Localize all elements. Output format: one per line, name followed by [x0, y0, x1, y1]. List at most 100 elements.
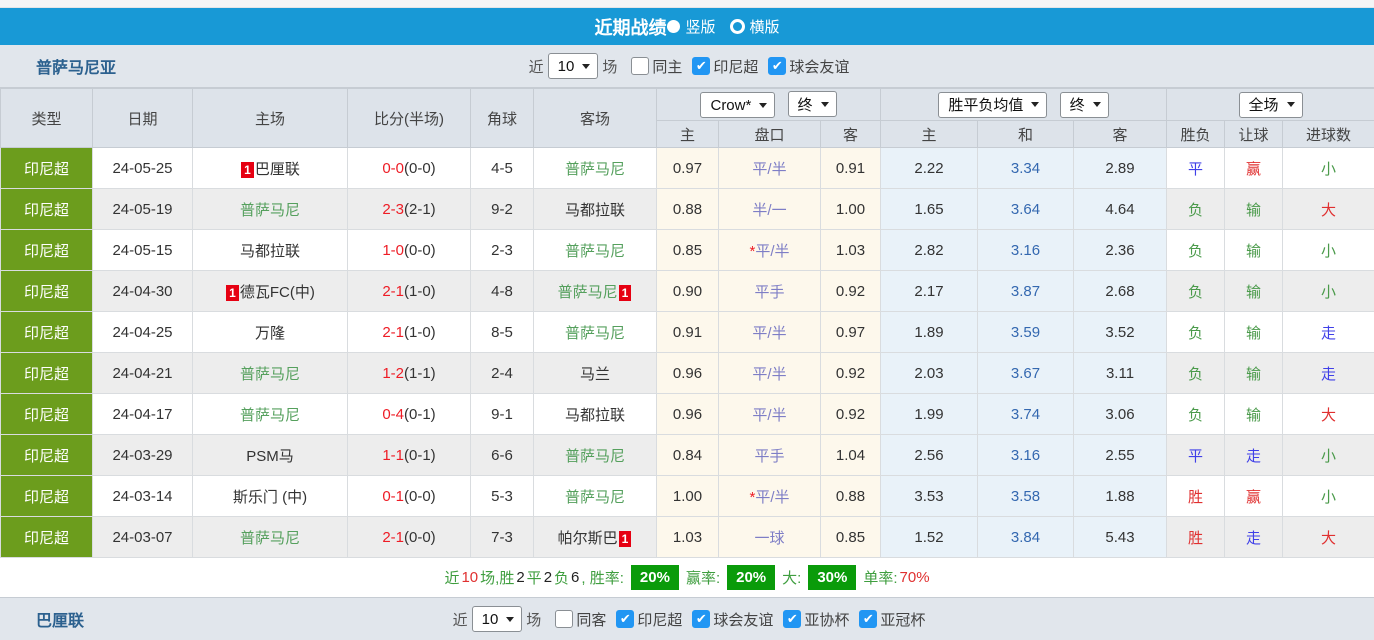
wdl-avg-select[interactable]: 胜平负均值: [938, 92, 1047, 118]
red-1-badge: 1: [619, 531, 632, 547]
score-cell: 2-1(1-0): [348, 312, 471, 353]
team-link[interactable]: 普萨马尼: [240, 407, 300, 424]
handicap-cell: 平手: [719, 435, 821, 476]
avg-draw-cell: 3.64: [978, 189, 1074, 230]
date-cell: 24-04-25: [93, 312, 193, 353]
team-link[interactable]: 普萨马尼: [565, 161, 625, 178]
result-group: 全场: [1167, 89, 1374, 121]
filter-checkbox[interactable]: ✔: [692, 610, 710, 628]
handicap-value: 平/半: [755, 243, 789, 260]
handicap-value: 平/半: [755, 489, 789, 506]
bookmaker-select[interactable]: Crow*: [700, 92, 775, 118]
table-row: 印尼超24-05-251巴厘联0-0(0-0)4-5普萨马尼0.97平/半0.9…: [1, 148, 1374, 189]
half-time-score: (2-1): [404, 201, 436, 218]
league-badge: 印尼超: [1, 476, 93, 517]
wdl-result-cell: 负: [1167, 312, 1225, 353]
wdl-result-cell: 负: [1167, 189, 1225, 230]
team-link[interactable]: 普萨马尼: [240, 366, 300, 383]
avg-stage-select[interactable]: 终: [1060, 92, 1109, 118]
filter-checkbox[interactable]: ✔: [783, 610, 801, 628]
vertical-layout-label[interactable]: 竖版: [685, 16, 715, 37]
home-team-cell: 马都拉联: [193, 230, 348, 271]
away-team-cell: 普萨马尼1: [534, 271, 657, 312]
team-link[interactable]: 巴厘联: [255, 161, 300, 178]
odds-home-cell: 1.03: [657, 517, 719, 558]
summary-text: 2: [544, 569, 552, 586]
horizontal-layout-radio[interactable]: [730, 19, 745, 34]
half-time-score: (1-0): [404, 324, 436, 341]
team-link[interactable]: 斯乐门 (中): [233, 489, 307, 506]
odds-home-cell: 0.96: [657, 394, 719, 435]
filter-label[interactable]: 球会友谊: [713, 609, 773, 630]
away-team-cell: 帕尔斯巴1: [534, 517, 657, 558]
handicap-result-cell: 走: [1225, 517, 1283, 558]
odds-away-cell: 1.04: [821, 435, 881, 476]
team-link[interactable]: 德瓦FC(中): [240, 284, 315, 301]
match-count-select[interactable]: 10: [548, 53, 599, 79]
team-link[interactable]: 普萨马尼: [565, 243, 625, 260]
away-team-name[interactable]: 巴厘联: [36, 607, 84, 631]
team-link[interactable]: 马都拉联: [240, 243, 300, 260]
avg-home-cell: 1.99: [881, 394, 978, 435]
full-time-score: 0-1: [382, 488, 404, 505]
half-time-score: (0-0): [404, 160, 436, 177]
chevron-down-icon: [1031, 102, 1039, 107]
filter-checkbox[interactable]: [631, 57, 649, 75]
col-type: 类型: [1, 89, 93, 148]
title-bar: 近期战绩 竖版 横版: [0, 8, 1374, 45]
team-link[interactable]: 马都拉联: [565, 407, 625, 424]
date-cell: 24-04-17: [93, 394, 193, 435]
filter-label[interactable]: 亚冠杯: [880, 609, 925, 630]
handicap-cell: 平/半: [719, 353, 821, 394]
team-link[interactable]: 马兰: [580, 366, 610, 383]
handicap-cell: 半/一: [719, 189, 821, 230]
summary-text: 场,胜: [480, 567, 514, 588]
wdl-result-cell: 平: [1167, 148, 1225, 189]
filter-checkbox[interactable]: ✔: [859, 610, 877, 628]
filter-checkbox[interactable]: ✔: [692, 57, 710, 75]
handicap-cell: *平/半: [719, 230, 821, 271]
sub-col-avg-home: 主: [881, 121, 978, 148]
team-link[interactable]: PSM马: [246, 448, 294, 465]
filter-checkbox[interactable]: ✔: [768, 57, 786, 75]
away-team-cell: 马都拉联: [534, 189, 657, 230]
goals-result-cell: 小: [1283, 148, 1374, 189]
filter-label[interactable]: 同主: [652, 56, 682, 77]
summary-text: 2: [516, 569, 524, 586]
team-link[interactable]: 普萨马尼: [240, 530, 300, 547]
league-badge: 印尼超: [1, 189, 93, 230]
score-cell: 1-1(0-1): [348, 435, 471, 476]
team-link[interactable]: 普萨马尼: [565, 448, 625, 465]
handicap-cell: *平/半: [719, 476, 821, 517]
home-team-name[interactable]: 普萨马尼亚: [36, 54, 116, 78]
handicap-value: 平/半: [752, 407, 786, 424]
filter-label[interactable]: 印尼超: [713, 56, 758, 77]
team-link[interactable]: 普萨马尼: [558, 284, 618, 301]
filter-label[interactable]: 球会友谊: [789, 56, 849, 77]
home-team-cell: 1巴厘联: [193, 148, 348, 189]
odds-stage-select[interactable]: 终: [788, 91, 837, 117]
team-link[interactable]: 帕尔斯巴: [558, 530, 618, 547]
filter-checkbox[interactable]: ✔: [616, 610, 634, 628]
avg-home-cell: 2.03: [881, 353, 978, 394]
filter-checkbox[interactable]: [555, 610, 573, 628]
filter-label[interactable]: 同客: [576, 609, 606, 630]
match-count-select[interactable]: 10: [472, 606, 523, 632]
match-scope-select[interactable]: 全场: [1239, 92, 1303, 118]
filter-label[interactable]: 亚协杯: [804, 609, 849, 630]
goals-result-cell: 小: [1283, 476, 1374, 517]
handicap-value: 平/半: [752, 161, 786, 178]
team-link[interactable]: 普萨马尼: [240, 202, 300, 219]
team-link[interactable]: 普萨马尼: [565, 489, 625, 506]
date-cell: 24-03-29: [93, 435, 193, 476]
avg-home-cell: 2.82: [881, 230, 978, 271]
team-link[interactable]: 万隆: [255, 325, 285, 342]
team-link[interactable]: 普萨马尼: [565, 325, 625, 342]
horizontal-layout-label[interactable]: 横版: [750, 16, 780, 37]
chevron-down-icon: [506, 617, 514, 622]
avg-draw-cell: 3.16: [978, 230, 1074, 271]
team-link[interactable]: 马都拉联: [565, 202, 625, 219]
vertical-layout-radio[interactable]: [667, 20, 680, 33]
filter-label[interactable]: 印尼超: [637, 609, 682, 630]
table-row: 印尼超24-03-14斯乐门 (中)0-1(0-0)5-3普萨马尼1.00*平/…: [1, 476, 1374, 517]
